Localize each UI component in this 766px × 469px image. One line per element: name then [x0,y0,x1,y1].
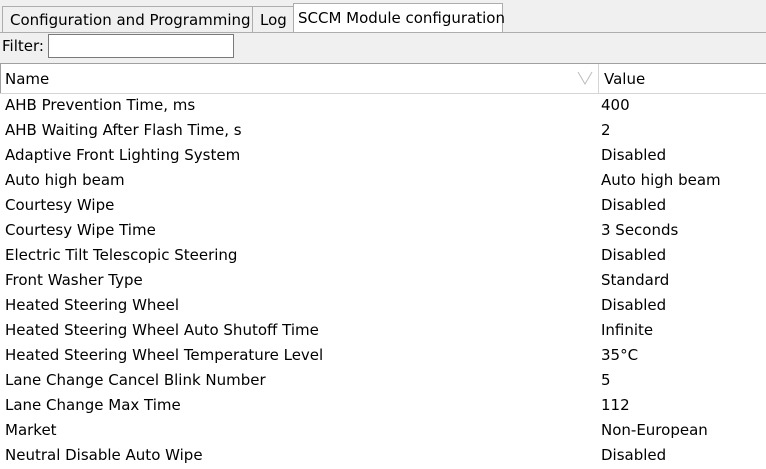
tab-content: Filter: Name Value AHB Prevention Time, … [0,32,766,469]
row-name: Front Washer Type [5,271,143,289]
row-name: Lane Change Max Time [5,396,181,414]
row-name: Heated Steering Wheel [5,296,180,314]
row-value[interactable]: Disabled [601,446,666,464]
grid-header: Name Value [0,64,766,94]
row-name: Market [5,421,57,439]
tab-strip: Configuration and Programming Log SCCM M… [0,0,766,33]
table-row[interactable]: Heated Steering Wheel Temperature Level 3… [0,343,766,368]
table-row[interactable]: Front Washer Type Standard [0,268,766,293]
tab-log[interactable]: Log [252,6,294,32]
tab-configuration-and-programming[interactable]: Configuration and Programming [2,6,253,32]
tab-label: SCCM Module configuration [298,9,505,27]
table-row[interactable]: Adaptive Front Lighting System Disabled [0,143,766,168]
table-row[interactable]: Courtesy Wipe Time 3 Seconds [0,218,766,243]
table-row[interactable]: Lane Change Cancel Blink Number 5 [0,368,766,393]
column-header-name-label: Name [5,70,50,88]
row-value[interactable]: Non-European [601,421,708,439]
row-value[interactable]: Disabled [601,246,666,264]
row-name: AHB Waiting After Flash Time, s [5,121,242,139]
grid-rows: AHB Prevention Time, ms 400 AHB Waiting Af… [0,93,766,468]
row-name: Lane Change Cancel Blink Number [5,371,266,389]
column-header-value-label: Value [604,70,646,88]
row-name: AHB Prevention Time, ms [5,96,196,114]
table-row[interactable]: AHB Prevention Time, ms 400 [0,93,766,118]
row-value[interactable]: 400 [601,96,630,114]
table-row[interactable]: Electric Tilt Telescopic Steering Disable… [0,243,766,268]
row-value[interactable]: 35°C [601,346,638,364]
row-value[interactable]: 3 Seconds [601,221,678,239]
properties-grid: Name Value AHB Prevention Time, ms 400 AHB… [0,63,766,469]
row-name: Courtesy Wipe [5,196,115,214]
row-value[interactable]: 112 [601,396,630,414]
table-row[interactable]: Auto high beam Auto high beam [0,168,766,193]
row-value[interactable]: Disabled [601,296,666,314]
tab-label: Configuration and Programming [10,11,251,29]
row-value[interactable]: Auto high beam [601,171,721,189]
row-name: Adaptive Front Lighting System [5,146,241,164]
filter-label: Filter: [2,37,44,55]
row-value[interactable]: Disabled [601,146,666,164]
tab-sccm-module-configuration[interactable]: SCCM Module configuration [293,3,505,33]
table-row[interactable]: Courtesy Wipe Disabled [0,193,766,218]
table-row[interactable]: Market Non-European [0,418,766,443]
column-header-value[interactable]: Value [599,64,766,93]
row-value[interactable]: 2 [601,121,611,139]
row-name: Neutral Disable Auto Wipe [5,446,203,464]
tab-label: Log [260,11,287,29]
row-name: Courtesy Wipe Time [5,221,156,239]
row-value[interactable]: Disabled [601,196,666,214]
table-row[interactable]: Heated Steering Wheel Auto Shutoff Time I… [0,318,766,343]
column-header-name[interactable]: Name [0,64,599,93]
filter-input[interactable] [48,34,234,58]
table-row[interactable]: Lane Change Max Time 112 [0,393,766,418]
row-name: Heated Steering Wheel Temperature Level [5,346,324,364]
row-value[interactable]: 5 [601,371,611,389]
table-row[interactable]: Neutral Disable Auto Wipe Disabled [0,443,766,468]
row-name: Heated Steering Wheel Auto Shutoff Time [5,321,319,339]
row-value[interactable]: Infinite [601,321,653,339]
table-row[interactable]: AHB Waiting After Flash Time, s 2 [0,118,766,143]
sort-indicator-icon [577,71,593,85]
row-name: Electric Tilt Telescopic Steering [5,246,238,264]
row-value[interactable]: Standard [601,271,669,289]
row-name: Auto high beam [5,171,125,189]
table-row[interactable]: Heated Steering Wheel Disabled [0,293,766,318]
